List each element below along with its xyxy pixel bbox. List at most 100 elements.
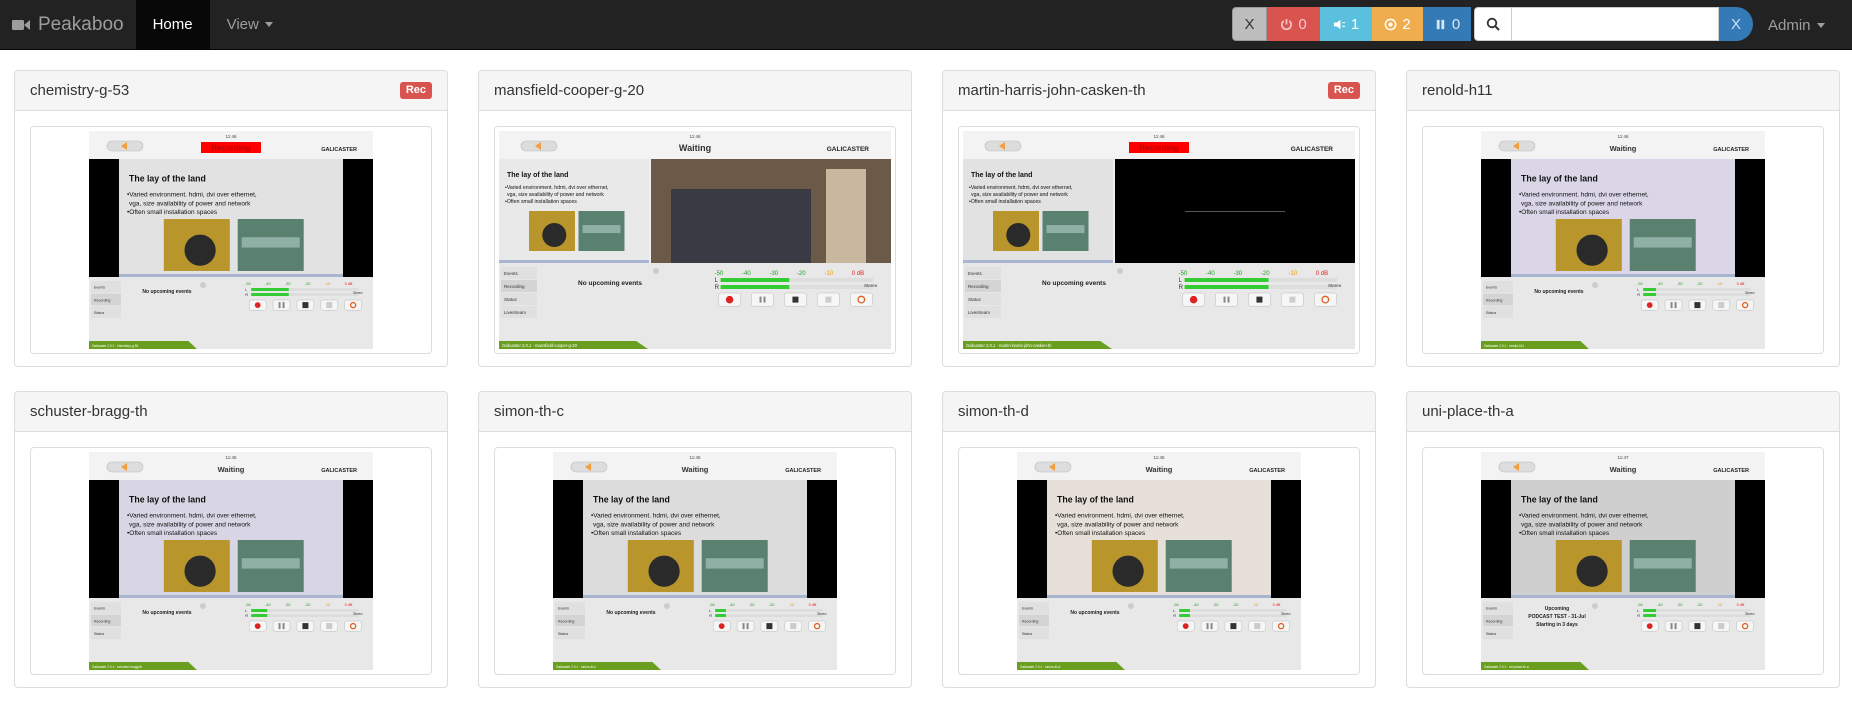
pause-button xyxy=(751,292,774,307)
screenshot-thumbnail[interactable]: 11:47 Waiting GALICASTER The lay of the lan… xyxy=(1422,447,1824,675)
agent-name[interactable]: chemistry-g-53 xyxy=(30,82,129,99)
power-icon xyxy=(1281,18,1293,30)
slide-progress xyxy=(1047,595,1271,598)
agent-panel-mansfield-cooper-g-20[interactable]: mansfield-cooper-g-20 11:46 Waiting GALICAS… xyxy=(478,70,912,367)
screenshot-thumbnail[interactable]: 11:46 Waiting GALICASTER The lay of the lan… xyxy=(494,447,896,675)
slide-title: The lay of the land xyxy=(129,174,206,184)
agent-panel-uni-place-th-a[interactable]: uni-place-th-a 11:47 Waiting GALICASTER The … xyxy=(1406,391,1840,688)
vu-channel-label: R xyxy=(709,613,712,618)
stop-icon xyxy=(766,623,773,630)
brand[interactable]: Peakaboo xyxy=(0,0,136,50)
vu-right-level xyxy=(720,285,790,289)
slide-bullet: •Varied environment. hdmi, dvi over ethe… xyxy=(505,185,609,191)
stereo-label: Stereo xyxy=(1745,612,1755,616)
search-clear-button[interactable]: X xyxy=(1719,7,1753,41)
volume-icon xyxy=(1333,19,1345,29)
agent-name[interactable]: uni-place-th-a xyxy=(1422,403,1514,420)
tab-label: Events xyxy=(558,607,569,611)
agent-panel-renold-h11[interactable]: renold-h11 11:46 Waiting GALICASTER The lay … xyxy=(1406,70,1840,367)
tab-label: Status xyxy=(968,297,982,302)
agent-name[interactable]: simon-th-d xyxy=(958,403,1029,420)
stop-icon xyxy=(792,296,799,303)
search-button[interactable] xyxy=(1474,7,1512,41)
vu-left-level xyxy=(715,609,726,612)
slide-photo-detail xyxy=(705,558,764,569)
vu-left-track xyxy=(1179,609,1287,612)
control-panel xyxy=(1481,598,1765,670)
no-events-text: No upcoming events xyxy=(1042,280,1106,287)
pause-icon xyxy=(1436,19,1445,29)
no-events-text: No upcoming events xyxy=(606,610,655,616)
slide-photo-detail xyxy=(1633,558,1692,569)
clock-text: 11:46 xyxy=(1154,134,1165,139)
agent-panel-chemistry-g-53[interactable]: chemistry-g-53 Rec 11:46 Recording GALICASTE… xyxy=(14,70,448,367)
vu-scale-label: -50 xyxy=(245,282,251,286)
edit-icon xyxy=(1254,623,1261,630)
galicaster-screen: 11:47 Waiting GALICASTER The lay of the lan… xyxy=(1481,452,1765,670)
slide-bullet: •Varied environment. hdmi, dvi over ethe… xyxy=(969,185,1073,191)
filter-paused-button[interactable]: 0 xyxy=(1423,7,1471,41)
slide-photo-detail xyxy=(1112,555,1144,587)
agent-panel-simon-th-d[interactable]: simon-th-d 11:46 Waiting GALICASTER The lay … xyxy=(942,391,1376,688)
slide-photo-detail xyxy=(542,223,567,247)
stop-icon xyxy=(302,302,309,309)
control-panel xyxy=(89,598,373,670)
agent-name[interactable]: renold-h11 xyxy=(1422,82,1493,99)
agent-name[interactable]: simon-th-c xyxy=(494,403,564,420)
admin-label: Admin xyxy=(1768,16,1811,34)
vu-scale-label: -40 xyxy=(1206,271,1215,277)
help-button xyxy=(1736,299,1754,311)
screenshot-thumbnail[interactable]: 11:46 Waiting GALICASTER The lay of the lan… xyxy=(30,447,432,675)
vu-channel-label: R xyxy=(1637,613,1640,618)
help-icon xyxy=(200,603,206,609)
nav-view-dropdown[interactable]: View xyxy=(210,0,290,50)
slide-bullet: •Often small installation spaces xyxy=(127,530,218,537)
pause-icon xyxy=(278,302,281,309)
vu-left-level xyxy=(1179,609,1190,612)
nav-home[interactable]: Home xyxy=(135,0,210,50)
search-input[interactable] xyxy=(1512,7,1719,41)
edit-icon xyxy=(326,302,333,309)
filter-offline-button[interactable]: 0 xyxy=(1267,7,1320,41)
vu-left-level xyxy=(251,288,289,291)
slide-photo-detail xyxy=(1576,234,1608,266)
panel-heading: mansfield-cooper-g-20 xyxy=(479,71,911,111)
vu-channel-label: R xyxy=(715,285,720,291)
slide-bullet: vga, size availability of power and netw… xyxy=(507,192,604,198)
galicaster-logo: GALICASTER xyxy=(827,146,870,153)
admin-menu[interactable]: Admin xyxy=(1768,0,1825,50)
slide-progress xyxy=(963,260,1113,263)
tab-label: Status xyxy=(504,297,518,302)
vu-channel-label: R xyxy=(245,613,248,618)
vu-scale-label: -50 xyxy=(1637,282,1643,286)
slide-photo-detail xyxy=(1576,555,1608,587)
version-text: Galicaster 2.0.1 · renold-h11 xyxy=(1484,344,1524,348)
vu-scale-label: -40 xyxy=(742,271,751,277)
agent-name[interactable]: mansfield-cooper-g-20 xyxy=(494,82,644,99)
pause-icon xyxy=(1206,623,1209,630)
upcoming-event-line: PODCAST TEST - 31-Jul xyxy=(1528,614,1586,620)
vu-scale-label: -40 xyxy=(729,603,735,607)
filter-recording-button[interactable]: 2 xyxy=(1372,7,1423,41)
vu-scale-label: -10 xyxy=(824,271,833,277)
status-text: Waiting xyxy=(1146,465,1173,474)
screenshot-thumbnail[interactable]: 11:46 Recording GALICASTER The lay of the l… xyxy=(958,126,1360,354)
screenshot-thumbnail[interactable]: 11:46 Waiting GALICASTER The lay of the lan… xyxy=(1422,126,1824,354)
agent-name[interactable]: schuster-bragg-th xyxy=(30,403,148,420)
filter-volume-button[interactable]: 1 xyxy=(1320,7,1372,41)
pause-button xyxy=(272,620,291,632)
tab-label: Events xyxy=(968,271,983,276)
version-text: Galicaster 2.0.1 · simon-th-c xyxy=(556,665,596,669)
agent-panel-martin-harris-john-casken-th[interactable]: martin-harris-john-casken-th Rec 11:46 Reco… xyxy=(942,70,1376,367)
slide-bullet: •Often small installation spaces xyxy=(1519,209,1610,216)
clear-filters-button[interactable]: X xyxy=(1232,7,1267,41)
stereo-label: Stereo xyxy=(1745,291,1755,295)
screenshot-thumbnail[interactable]: 11:46 Waiting GALICASTER The lay of the lan… xyxy=(958,447,1360,675)
agent-panel-schuster-bragg-th[interactable]: schuster-bragg-th 11:46 Waiting GALICASTER T… xyxy=(14,391,448,688)
agent-name[interactable]: martin-harris-john-casken-th xyxy=(958,82,1146,99)
screenshot-thumbnail[interactable]: 11:46 Waiting GALICASTER The lay of the lan… xyxy=(494,126,896,354)
agent-panel-simon-th-c[interactable]: simon-th-c 11:46 Waiting GALICASTER The lay … xyxy=(478,391,912,688)
screenshot-thumbnail[interactable]: 11:46 Recording GALICASTER The lay of the l… xyxy=(30,126,432,354)
tab-label: Recording xyxy=(968,284,989,289)
stereo-label: Stereo xyxy=(353,612,363,616)
